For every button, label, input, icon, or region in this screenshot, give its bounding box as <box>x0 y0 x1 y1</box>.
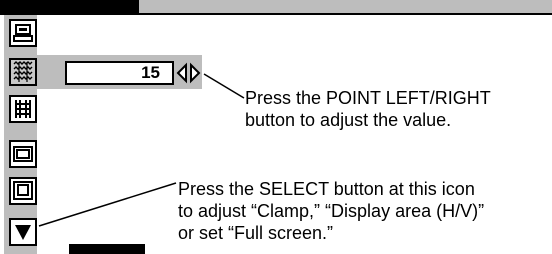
left-right-arrows-icon[interactable] <box>175 62 203 84</box>
menu-top-bar <box>0 0 552 15</box>
screen-icon[interactable] <box>9 19 37 47</box>
select-callout-text: Press the SELECT button at this icon to … <box>178 179 485 243</box>
point-callout-text: Press the POINT LEFT/RIGHT button to adj… <box>245 88 491 130</box>
phase-icon[interactable] <box>9 95 37 123</box>
menu-title-bar <box>0 0 139 13</box>
scroll-down-icon[interactable] <box>9 218 37 246</box>
menu-bottom-bar <box>69 244 145 254</box>
value-field: 15 <box>65 61 174 85</box>
pitch-icon[interactable] <box>9 58 37 86</box>
vertical-position-icon[interactable] <box>9 177 37 205</box>
horizontal-position-icon[interactable] <box>9 140 37 168</box>
